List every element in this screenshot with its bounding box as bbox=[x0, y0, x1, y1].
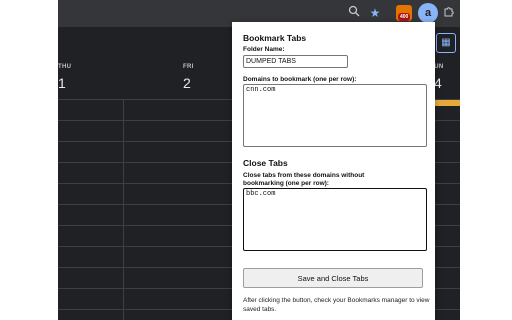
right-margin bbox=[460, 0, 512, 320]
help-note: After clicking the button, check your Bo… bbox=[243, 297, 430, 313]
profile-avatar[interactable]: a bbox=[418, 3, 438, 23]
folder-name-input[interactable]: DUMPED TABS bbox=[243, 55, 348, 68]
star-icon[interactable]: ★ bbox=[367, 5, 383, 21]
puzzle-icon[interactable] bbox=[443, 5, 457, 19]
day-number[interactable]: 2 bbox=[183, 75, 191, 91]
grid-column bbox=[123, 99, 124, 320]
close-domains-textarea[interactable]: bbc.com bbox=[243, 188, 427, 251]
save-and-close-button[interactable]: Save and Close Tabs bbox=[243, 268, 423, 288]
event-bar[interactable] bbox=[434, 100, 460, 106]
calendar-icon[interactable]: ▦ bbox=[436, 33, 456, 53]
folder-label: Folder Name: bbox=[243, 46, 285, 53]
extension-badge: 400 bbox=[398, 13, 411, 21]
bookmark-title: Bookmark Tabs bbox=[243, 33, 307, 43]
day-label: FRI bbox=[183, 64, 194, 70]
domains-label: Domains to bookmark (one per row): bbox=[243, 76, 357, 83]
day-label: THU bbox=[58, 64, 72, 70]
close-tabs-title: Close Tabs bbox=[243, 158, 288, 168]
close-tabs-label: Close tabs from these domains without bo… bbox=[243, 172, 365, 187]
domains-textarea[interactable]: cnn.com bbox=[243, 84, 427, 147]
day-number[interactable]: 4 bbox=[434, 75, 442, 91]
zoom-icon[interactable] bbox=[346, 5, 362, 21]
left-margin bbox=[0, 0, 58, 320]
extension-icon[interactable]: 400 bbox=[396, 5, 412, 21]
day-number[interactable]: 1 bbox=[58, 75, 66, 91]
